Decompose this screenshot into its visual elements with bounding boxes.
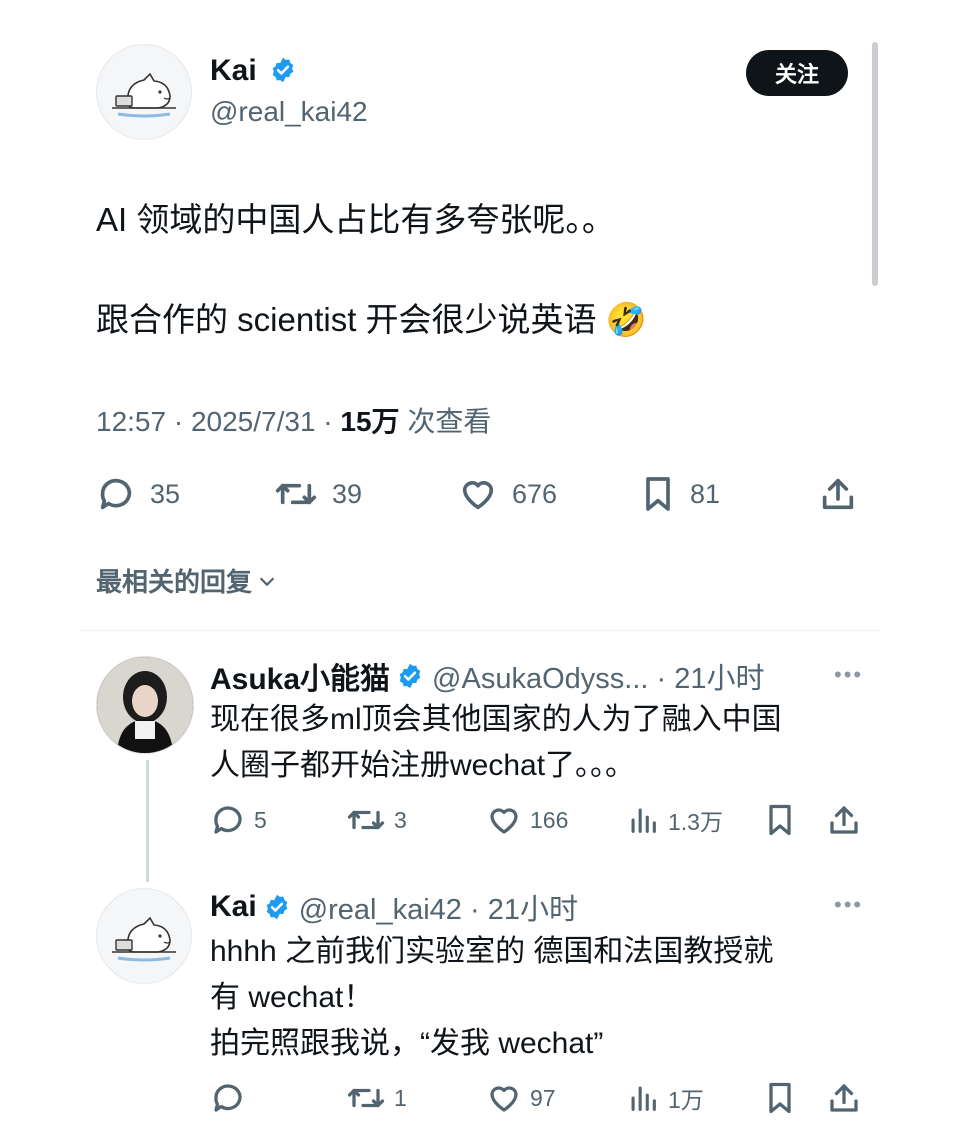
- reply-button[interactable]: 35: [96, 474, 180, 514]
- reply-icon: [214, 1084, 242, 1112]
- views-label: 次查看: [399, 406, 492, 437]
- author-avatar[interactable]: [96, 44, 192, 140]
- reply-2-header: Kai @real_kai42 · 21小时: [210, 886, 578, 928]
- reply-1-avatar[interactable]: [96, 656, 194, 754]
- reply-2-text-line-2: 有 wechat！: [210, 981, 374, 1014]
- chevron-down-icon: [259, 576, 275, 586]
- rofl-emoji: 🤣: [605, 301, 647, 338]
- heart-icon: [490, 1086, 518, 1112]
- reply-1-text-line-1: 现在很多ml顶会其他国家的人为了融入中国: [210, 703, 782, 736]
- bookmark-icon: [646, 477, 670, 511]
- reply-1-reply-button[interactable]: 5: [210, 802, 267, 838]
- verified-badge-icon: [399, 663, 421, 689]
- scrollbar[interactable]: [872, 42, 878, 286]
- reply-2-like-count: 97: [530, 1084, 556, 1111]
- reply-count: 35: [150, 478, 181, 509]
- cat-with-laptop-avatar-icon: [112, 916, 176, 962]
- reply-1-share-button[interactable]: [826, 802, 862, 838]
- views-chart-icon: [631, 808, 656, 833]
- reply-1-like-button[interactable]: 166: [486, 802, 568, 838]
- reply-2-author-name[interactable]: Kai: [210, 890, 257, 924]
- author-name[interactable]: Kai: [210, 54, 257, 87]
- reply-1-more-icon[interactable]: •••: [834, 662, 863, 688]
- verified-badge-icon: [266, 894, 287, 920]
- replies-sort-label: 最相关的回复: [96, 567, 253, 597]
- reply-1-text-line-2: 人圈子都开始注册wechat了。。。: [210, 749, 636, 782]
- reply-2-retweet-button[interactable]: 1: [346, 1080, 407, 1116]
- reply-1-retweet-count: 3: [394, 806, 407, 833]
- reply-1-like-count: 166: [530, 806, 569, 833]
- thread-connector-line: [146, 760, 149, 882]
- retweet-icon: [347, 1088, 385, 1108]
- reply-1-handle-time[interactable]: @AsukaOdyss... · 21小时: [432, 655, 764, 697]
- reply-1-header: Asuka小能猫 @AsukaOdyss... · 21小时: [210, 654, 764, 698]
- reply-2-avatar[interactable]: [96, 888, 192, 984]
- follow-button[interactable]: 关注: [746, 50, 848, 96]
- reply-2-views-count: 1万: [668, 1087, 704, 1113]
- reply-1-views-count: 1.3万: [668, 809, 723, 835]
- retweet-count: 39: [332, 478, 363, 509]
- retweet-button[interactable]: 39: [274, 474, 362, 514]
- bookmark-button[interactable]: 81: [640, 474, 720, 514]
- reply-2-reply-button[interactable]: [210, 1080, 254, 1116]
- reply-1-bookmark-button[interactable]: [764, 802, 796, 838]
- heart-icon: [462, 481, 494, 510]
- reply-1-reply-count: 5: [254, 806, 267, 833]
- bookmark-count: 81: [690, 478, 721, 509]
- share-button[interactable]: [818, 474, 858, 514]
- reply-2-more-icon[interactable]: •••: [834, 892, 863, 918]
- tweet-text-line-1: AI 领域的中国人占比有多夸张呢。。: [96, 201, 615, 238]
- reply-icon: [214, 806, 242, 834]
- heart-icon: [490, 808, 518, 834]
- reply-1-author-name[interactable]: Asuka小能猫: [210, 654, 390, 698]
- author-handle[interactable]: @real_kai42: [210, 96, 368, 128]
- reply-1-views-button[interactable]: 1.3万: [626, 802, 723, 838]
- reply-2-handle-time[interactable]: @real_kai42 · 21小时: [299, 886, 578, 928]
- retweet-icon: [275, 483, 317, 505]
- like-count: 676: [512, 478, 558, 509]
- person-photo-avatar-icon: [97, 657, 193, 753]
- share-icon: [822, 478, 854, 510]
- reply-2-text-line-3: 拍完照跟我说，“发我 wechat”: [210, 1027, 604, 1060]
- reply-2-text-line-1: hhhh 之前我们实验室的 德国和法国教授就: [210, 935, 774, 968]
- views-count: 15万: [340, 406, 400, 437]
- reply-2-retweet-count: 1: [394, 1084, 407, 1111]
- reply-2-like-button[interactable]: 97: [486, 1080, 556, 1116]
- reply-2-bookmark-button[interactable]: [764, 1080, 796, 1116]
- share-icon: [830, 806, 858, 834]
- views-chart-icon: [631, 1086, 656, 1111]
- like-button[interactable]: 676: [458, 474, 557, 514]
- bookmark-icon: [769, 804, 791, 836]
- reply-1-retweet-button[interactable]: 3: [346, 802, 407, 838]
- tweet-meta: 12:57 · 2025/7/31 · 15万 次查看: [96, 400, 491, 440]
- reply-2-views-button[interactable]: 1万: [626, 1080, 704, 1116]
- author-name-row: Kai: [210, 54, 297, 88]
- verified-badge-icon: [272, 57, 294, 83]
- share-icon: [830, 1084, 858, 1112]
- tweet-timestamp[interactable]: 12:57 · 2025/7/31 ·: [96, 406, 340, 437]
- bookmark-icon: [769, 1082, 791, 1114]
- tweet-text-line-2: 跟合作的 scientist 开会很少说英语 🤣: [96, 298, 647, 342]
- divider: [80, 630, 880, 631]
- reply-2-share-button[interactable]: [826, 1080, 862, 1116]
- replies-sort-dropdown[interactable]: 最相关的回复: [96, 562, 278, 599]
- retweet-icon: [347, 810, 385, 830]
- reply-icon: [100, 478, 132, 510]
- tweet-text-line-2-content: 跟合作的 scientist 开会很少说英语: [96, 301, 597, 338]
- cat-with-laptop-avatar-icon: [112, 72, 176, 118]
